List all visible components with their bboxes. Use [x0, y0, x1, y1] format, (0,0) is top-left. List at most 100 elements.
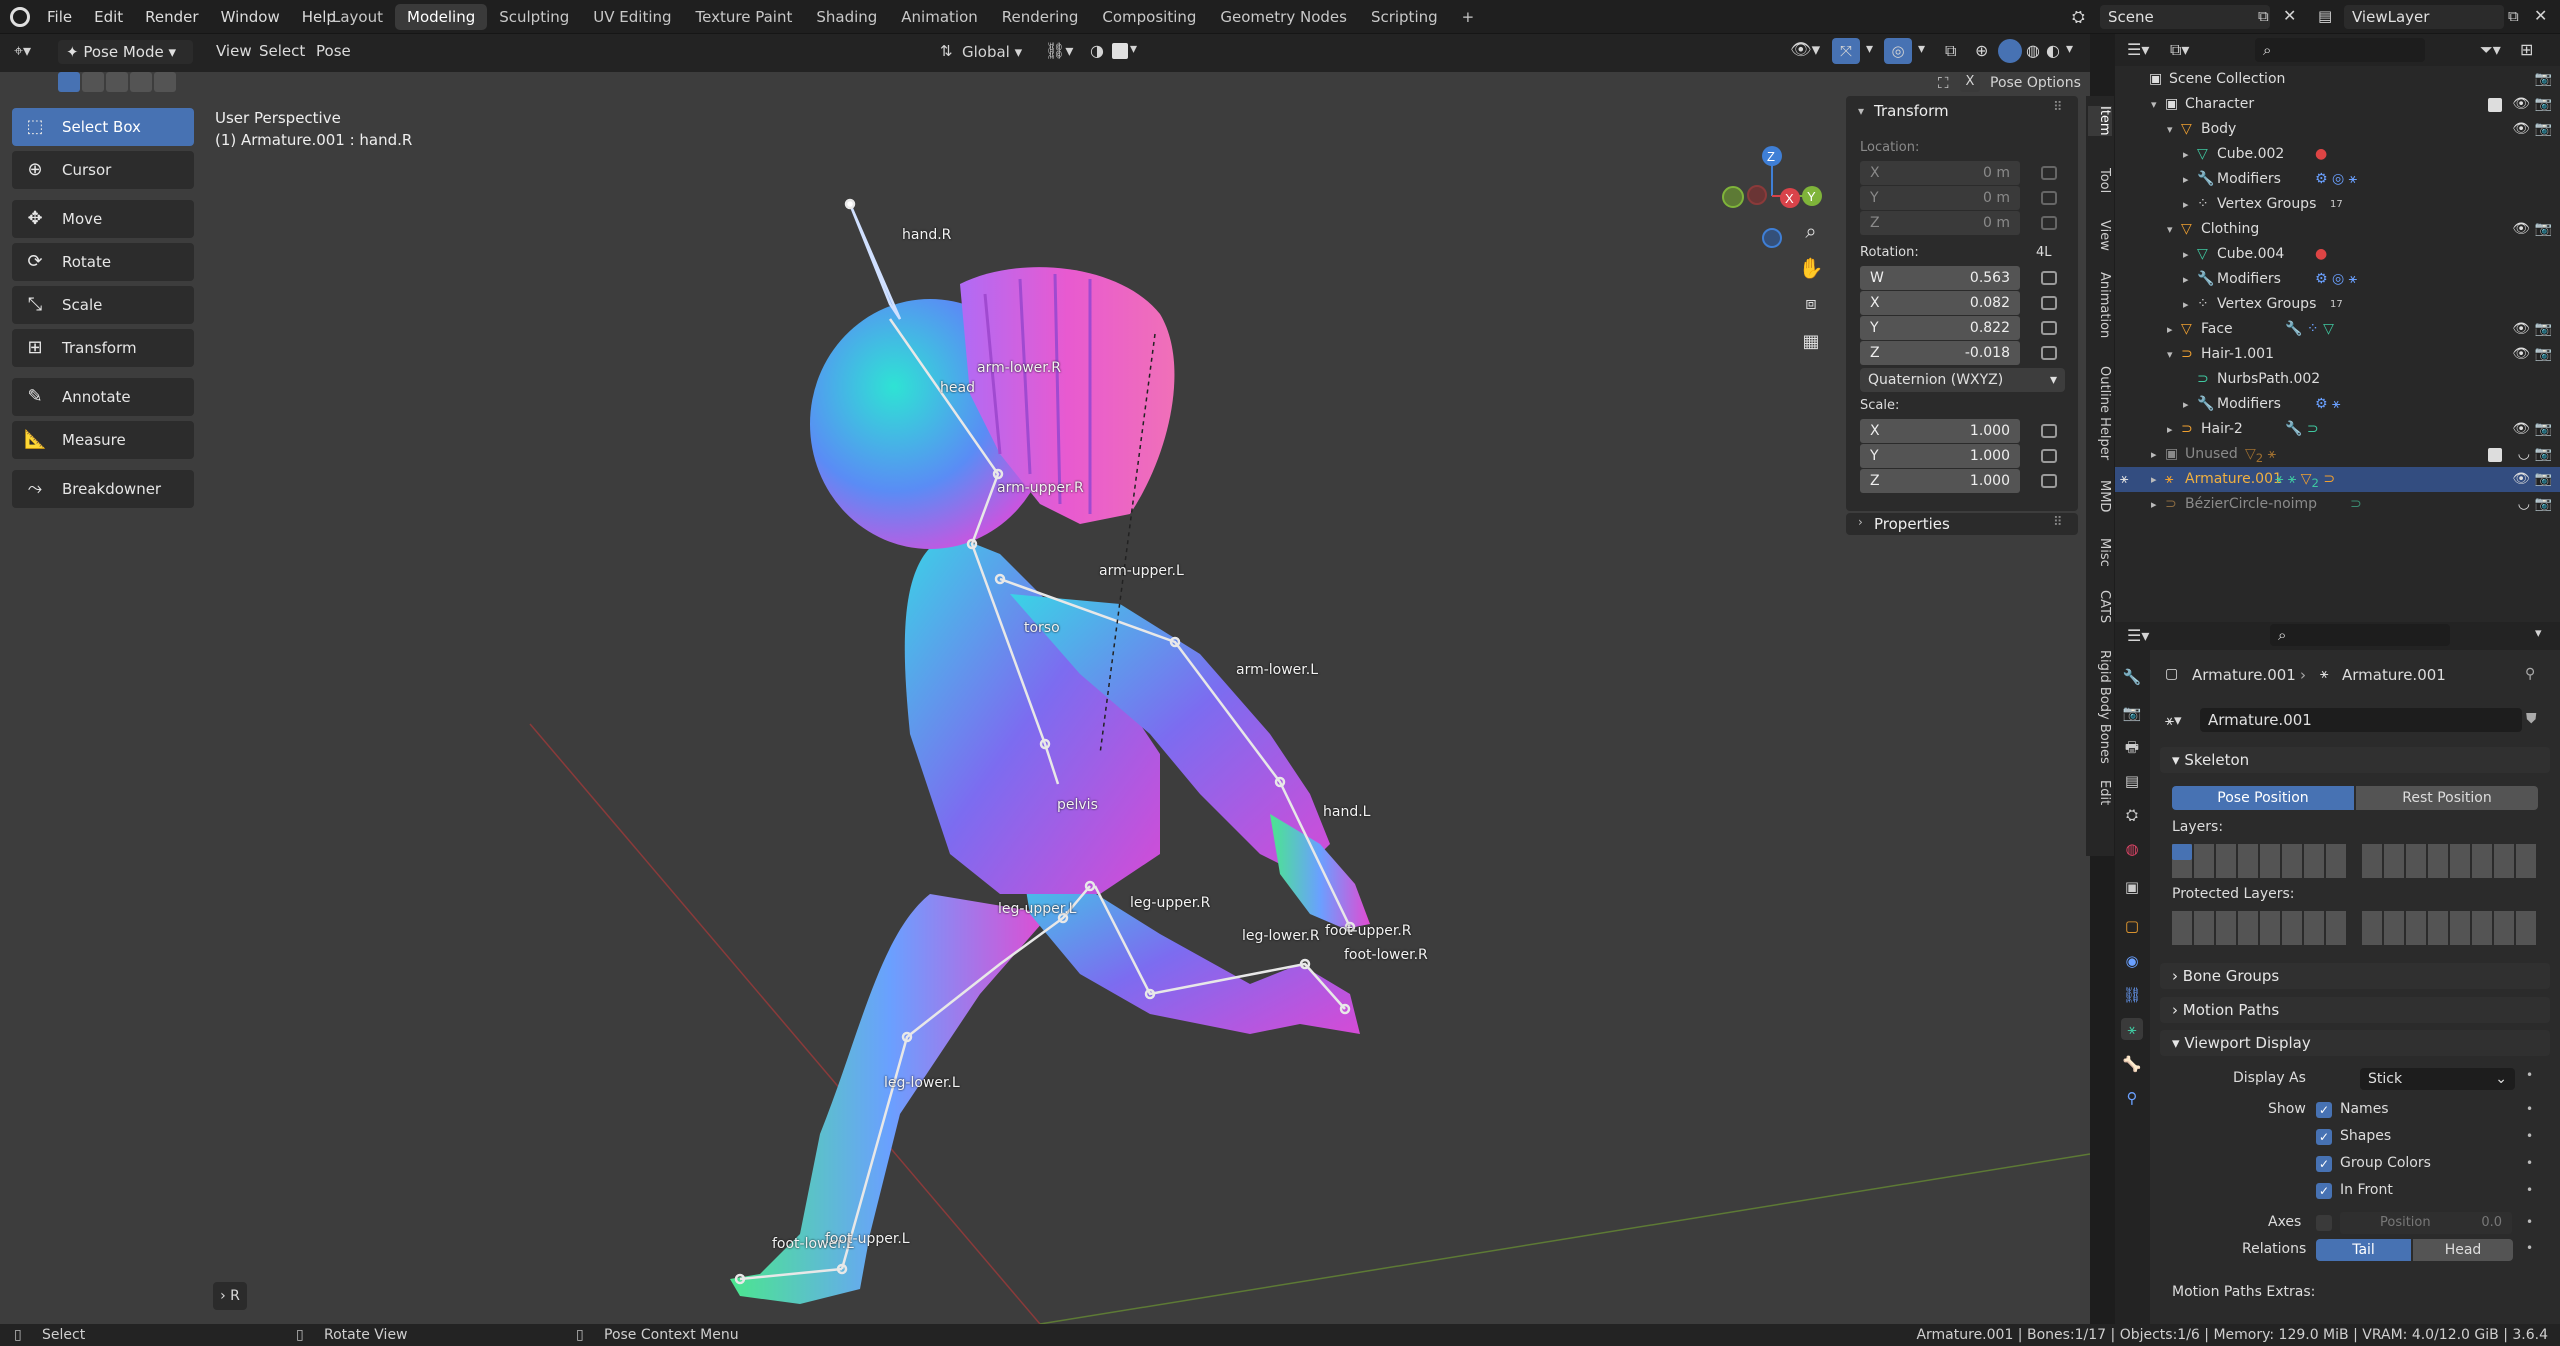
camera-icon[interactable]: 📷	[2535, 492, 2552, 517]
drag-handle-icon[interactable]: ⠿	[2053, 515, 2063, 530]
bone-constraints-tab-icon[interactable]: ⚲	[2121, 1087, 2143, 1109]
tool-cursor[interactable]: ⊕ Cursor	[12, 151, 194, 189]
properties-search-input[interactable]: ⌕	[2270, 624, 2450, 646]
tab-misc[interactable]: Misc	[2088, 538, 2112, 567]
lock-icon[interactable]	[2041, 321, 2057, 335]
relations-head-button[interactable]: Head	[2413, 1239, 2513, 1261]
tool-select-box[interactable]: ⬚ Select Box	[12, 108, 194, 146]
keyframe-dot-icon[interactable]: •	[2526, 1068, 2533, 1082]
character-mesh[interactable]	[730, 267, 1370, 1304]
delete-scene-icon[interactable]: ✕	[2283, 6, 2296, 25]
tool-rotate[interactable]: ⟳ Rotate	[12, 243, 194, 281]
outliner-row[interactable]: ▣ Scene Collection 📷	[2115, 67, 2560, 92]
protected-grid-a[interactable]	[2172, 911, 2348, 945]
outliner-row[interactable]: ▾ ▽ Body 👁 📷	[2115, 117, 2560, 142]
chevron-down-icon[interactable]: ▾	[2167, 217, 2173, 242]
axes-position-field[interactable]: Position 0.0	[2340, 1212, 2512, 1234]
tab-tool[interactable]: Tool	[2088, 168, 2112, 193]
outliner-row[interactable]: ▾ ⊃ Hair-1.001 👁 📷	[2115, 342, 2560, 367]
tab-modeling[interactable]: Modeling	[395, 4, 488, 30]
new-collection-icon[interactable]: ⊞	[2520, 40, 2533, 59]
outliner-row[interactable]: ▸ ⁘ Vertex Groups 17	[2115, 292, 2560, 317]
solid-shading-icon[interactable]	[1998, 39, 2022, 63]
properties-subpanel[interactable]: › Properties ⠿	[1846, 513, 2078, 535]
view-layer-icon[interactable]: ▤	[2318, 7, 2332, 25]
chevron-right-icon[interactable]: ▸	[2183, 167, 2189, 192]
output-tab-icon[interactable]: 🖶	[2121, 736, 2143, 758]
eye-icon[interactable]: 👁	[2512, 467, 2530, 492]
eye-closed-icon[interactable]: ◡	[2518, 442, 2530, 467]
editor-type-icon[interactable]: ☰▾	[2127, 626, 2149, 645]
rotation-w-field[interactable]: W 0.563	[1860, 266, 2020, 290]
rotation-z-field[interactable]: Z -0.018	[1860, 341, 2020, 365]
eye-icon[interactable]: 👁	[2512, 217, 2530, 242]
outliner-row[interactable]: ▸ ▣ Unused ▽2 ⚹ ◡ 📷	[2115, 442, 2560, 467]
tab-edit[interactable]: Edit	[2088, 780, 2112, 805]
keyframe-dot-icon[interactable]: •	[2526, 1215, 2533, 1229]
tool-move[interactable]: ✥ Move	[12, 200, 194, 238]
rendered-shading-icon[interactable]: ◐	[2046, 41, 2060, 60]
tab-texture-paint[interactable]: Texture Paint	[684, 4, 805, 30]
chevron-down-icon[interactable]: ▾	[2066, 41, 2073, 57]
tab-scripting[interactable]: Scripting	[1359, 4, 1450, 30]
names-checkbox[interactable]: ✓	[2316, 1102, 2332, 1118]
outliner-row[interactable]: ▸ 🔧 Modifiers ⚙ ◎ ⚹	[2115, 167, 2560, 192]
last-operator-panel[interactable]: › R	[213, 1282, 247, 1310]
in-front-checkbox[interactable]: ✓	[2316, 1183, 2332, 1199]
tab-shading[interactable]: Shading	[804, 4, 889, 30]
chevron-right-icon[interactable]: ▸	[2167, 317, 2173, 342]
chevron-right-icon[interactable]: ▸	[2151, 442, 2157, 467]
select-extend-icon[interactable]	[82, 72, 104, 92]
fake-user-shield-icon[interactable]: ⛊	[2526, 711, 2537, 727]
tab-sculpting[interactable]: Sculpting	[487, 4, 581, 30]
outliner-row[interactable]: ▸ 🔧 Modifiers ⚙ ⚹	[2115, 392, 2560, 417]
armature-name-field[interactable]: Armature.001	[2200, 708, 2522, 732]
camera-icon[interactable]: 📷	[2535, 92, 2552, 117]
object-tab-icon[interactable]: ▢	[2121, 915, 2143, 937]
keyframe-dot-icon[interactable]: •	[2526, 1183, 2533, 1197]
tool-scale[interactable]: ⤡ Scale	[12, 286, 194, 324]
viewport-display-section[interactable]: ▾ Viewport Display	[2160, 1030, 2550, 1056]
outliner-row[interactable]: ▸ ▽ Cube.004 ●	[2115, 242, 2560, 267]
pose-options-dropdown[interactable]: Pose Options ▾	[1990, 72, 2090, 113]
rotation-4l-toggle[interactable]: 4L	[2036, 245, 2052, 260]
chevron-right-icon[interactable]: ▸	[2183, 192, 2189, 217]
lock-icon[interactable]	[2041, 449, 2057, 463]
tool-breakdowner[interactable]: ⤳ Breakdowner	[12, 470, 194, 508]
snap-icon[interactable]: ◑	[1090, 41, 1104, 60]
keyframe-dot-icon[interactable]: •	[2526, 1156, 2533, 1170]
wireframe-shading-icon[interactable]: ⊕	[1975, 41, 1988, 60]
chevron-right-icon[interactable]: ▸	[2183, 142, 2189, 167]
eye-icon[interactable]: 👁	[2512, 417, 2530, 442]
new-view-layer-icon[interactable]: ⧉	[2508, 7, 2519, 25]
tool-transform[interactable]: ⊞ Transform	[12, 329, 194, 367]
camera-icon[interactable]: 📷	[2535, 117, 2552, 142]
tab-compositing[interactable]: Compositing	[1090, 4, 1208, 30]
overlay-toggle-icon[interactable]: ◎	[1884, 38, 1912, 64]
visibility-icon[interactable]: 👁▾	[1790, 40, 1820, 60]
chevron-down-icon[interactable]: ▾	[1918, 41, 1925, 57]
tab-item[interactable]: Item	[2088, 106, 2112, 136]
constraints-tab-icon[interactable]: ⛓	[2121, 984, 2143, 1006]
motion-paths-section[interactable]: › Motion Paths	[2160, 997, 2550, 1023]
camera-icon[interactable]: 📷	[2535, 342, 2552, 367]
chevron-down-icon[interactable]: ▾	[2167, 342, 2173, 367]
proportional-icon[interactable]	[1112, 43, 1128, 59]
shapes-checkbox[interactable]: ✓	[2316, 1129, 2332, 1145]
chevron-down-icon[interactable]: ▾	[1858, 104, 1864, 118]
tab-geometry-nodes[interactable]: Geometry Nodes	[1208, 4, 1359, 30]
chevron-down-icon[interactable]: ▾	[1866, 41, 1873, 57]
chevron-right-icon[interactable]: ▸	[2183, 267, 2189, 292]
select-subtract-icon[interactable]	[106, 72, 128, 92]
render-tab-icon[interactable]: 📷	[2121, 702, 2143, 724]
filter-icon[interactable]: ⏷▾	[2480, 40, 2501, 60]
outliner-row-armature[interactable]: ⚹ ▸ ⚹ Armature.001 ⚹ ⚹ ▽2 ⊃ 👁 📷	[2115, 467, 2560, 492]
camera-icon[interactable]: 📷	[2535, 217, 2552, 242]
layers-grid-a[interactable]	[2172, 844, 2348, 878]
camera-icon[interactable]: 📷	[2535, 417, 2552, 442]
tool-measure[interactable]: 📐 Measure	[12, 421, 194, 459]
tab-cats[interactable]: CATS	[2088, 590, 2112, 623]
tab-rendering[interactable]: Rendering	[990, 4, 1091, 30]
tab-outline-helper[interactable]: Outline Helper	[2088, 366, 2112, 460]
layer-active-dot[interactable]	[2172, 844, 2192, 860]
